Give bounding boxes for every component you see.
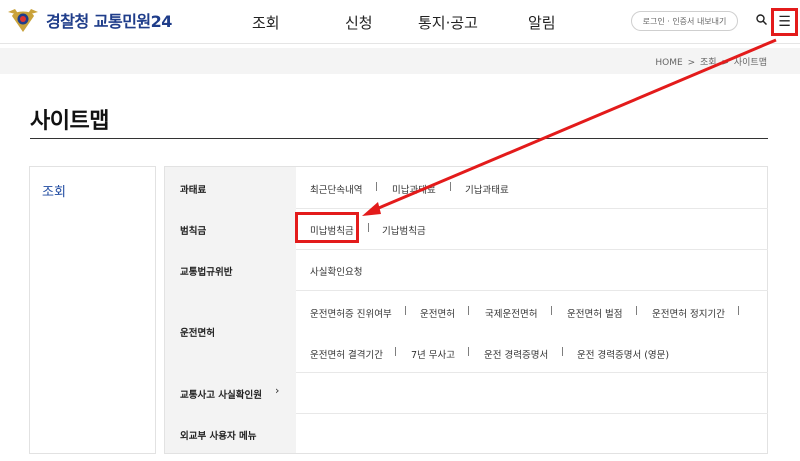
separator: |	[394, 347, 398, 357]
category-lookup[interactable]: 조회	[42, 181, 66, 200]
link-paid-penalty[interactable]: 기납범칙금	[382, 223, 426, 237]
police-emblem-icon	[8, 9, 38, 32]
row-label-foreign-affairs: 외교부 사용자 메뉴	[180, 431, 257, 442]
link-fact-check-request[interactable]: 사실확인요청	[310, 264, 362, 278]
nav-apply[interactable]: 신청	[345, 12, 373, 33]
link-license-disqualification[interactable]: 운전면허 결격기간	[310, 347, 383, 361]
separator: |	[467, 347, 471, 357]
row-label-fines: 과태료	[180, 185, 207, 196]
category-panel: 조회	[29, 166, 156, 454]
title-divider	[30, 138, 768, 139]
link-driver-license[interactable]: 운전면허	[420, 306, 455, 320]
logo-sub: 교통민원24	[93, 12, 173, 31]
breadcrumb-home[interactable]: HOME	[655, 58, 682, 68]
link-seven-year-no-accident[interactable]: 7년 무사고	[411, 347, 455, 361]
highlight-box	[295, 212, 359, 243]
logo-text: 경찰청 교통민원24	[46, 8, 172, 32]
separator: |	[467, 306, 471, 316]
login-button[interactable]: 로그인 · 인증서 내보내기	[631, 11, 738, 31]
link-license-authenticity[interactable]: 운전면허증 진위여부	[310, 306, 392, 320]
separator: |	[449, 182, 453, 192]
breadcrumb-separator-icon: >	[687, 58, 696, 68]
nav-lookup[interactable]: 조회	[252, 12, 280, 33]
link-license-points[interactable]: 운전면허 벌점	[567, 306, 622, 320]
link-unpaid-fines[interactable]: 미납과태료	[392, 182, 436, 196]
link-paid-fines[interactable]: 기납과태료	[465, 182, 509, 196]
row-label-column: 과태료 범칙금 교통법규위반 운전면허 교통사고 사실확인원 › 외교부 사용자…	[165, 167, 296, 453]
separator: |	[375, 182, 379, 192]
row-label-license: 운전면허	[180, 328, 215, 339]
row-divider	[296, 249, 768, 250]
breadcrumb-current: 사이트맵	[733, 58, 767, 68]
hamburger-menu-button[interactable]: ☰	[771, 8, 798, 36]
nav-notice[interactable]: 통지·공고	[418, 12, 478, 33]
row-label-penalties: 범칙금	[180, 226, 207, 237]
sitemap-table: 과태료 범칙금 교통법규위반 운전면허 교통사고 사실확인원 › 외교부 사용자…	[164, 166, 768, 454]
hamburger-icon: ☰	[778, 14, 791, 30]
link-recent-enforcement[interactable]: 최근단속내역	[310, 182, 362, 196]
link-international-license[interactable]: 국제운전면허	[485, 306, 537, 320]
row-label-violations: 교통법규위반	[180, 267, 233, 278]
link-license-suspension[interactable]: 운전면허 정지기간	[652, 306, 725, 320]
row-divider	[296, 372, 768, 373]
row-divider	[296, 290, 768, 291]
separator: |	[550, 306, 554, 316]
link-driving-record[interactable]: 운전 경력증명서	[484, 347, 548, 361]
separator: |	[404, 306, 408, 316]
link-driving-record-english[interactable]: 운전 경력증명서 (영문)	[577, 347, 669, 361]
separator: |	[561, 347, 565, 357]
header: 경찰청 교통민원24 조회 신청 통지·공고 알림 로그인 · 인증서 내보내기…	[0, 0, 800, 44]
logo-main: 경찰청	[46, 12, 89, 31]
breadcrumb-bar: HOME > 조회 > 사이트맵	[0, 48, 800, 74]
separator: |	[737, 306, 741, 316]
separator: |	[367, 223, 371, 233]
nav-alerts[interactable]: 알림	[528, 12, 556, 33]
breadcrumb-separator-icon: >	[721, 58, 729, 68]
chevron-right-icon[interactable]: ›	[275, 384, 279, 397]
page-title: 사이트맵	[30, 109, 109, 134]
breadcrumb: HOME > 조회 > 사이트맵	[654, 55, 768, 68]
site-logo[interactable]: 경찰청 교통민원24	[6, 6, 172, 34]
row-label-accident[interactable]: 교통사고 사실확인원	[180, 387, 262, 401]
search-icon[interactable]	[756, 14, 767, 25]
breadcrumb-lookup[interactable]: 조회	[700, 58, 717, 68]
row-divider	[296, 208, 768, 209]
separator: |	[635, 306, 639, 316]
row-divider	[296, 413, 768, 414]
